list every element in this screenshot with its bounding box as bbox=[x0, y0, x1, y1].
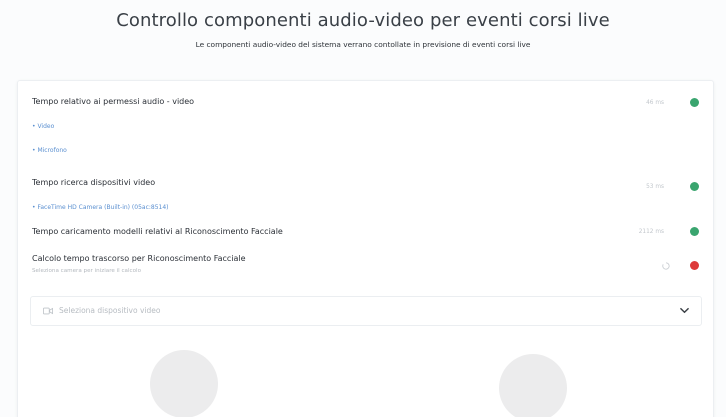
check-time: 2112 ms bbox=[638, 229, 664, 235]
status-ok-icon bbox=[690, 98, 699, 107]
video-device-select-placeholder: Seleziona dispositivo video bbox=[59, 306, 161, 315]
chevron-down-icon[interactable] bbox=[680, 307, 689, 314]
face-detection-preview-placeholder bbox=[499, 354, 567, 417]
loading-spinner-icon bbox=[662, 262, 670, 270]
status-ok-icon bbox=[690, 227, 699, 236]
video-camera-icon bbox=[43, 307, 53, 315]
page-title: Controllo componenti audio-video per eve… bbox=[116, 10, 610, 31]
camera-preview-placeholder bbox=[150, 350, 218, 417]
page-subtitle: Le componenti audio-video del sistema ve… bbox=[195, 40, 531, 49]
page: Controllo componenti audio-video per eve… bbox=[0, 0, 726, 417]
checks-card: Tempo relativo ai permessi audio - video… bbox=[17, 80, 714, 417]
check-description: Seleziona camera per iniziare il calcolo bbox=[32, 268, 142, 274]
check-item-video: • Video bbox=[32, 123, 55, 130]
check-title: Tempo relativo ai permessi audio - video bbox=[32, 97, 195, 106]
status-error-icon bbox=[690, 261, 699, 270]
check-time: 46 ms bbox=[646, 100, 664, 106]
check-item-camera: • FaceTime HD Camera (Built-in) (05ac:85… bbox=[32, 204, 169, 211]
check-title: Tempo caricamento modelli relativi al Ri… bbox=[32, 227, 283, 236]
check-title: Tempo ricerca dispositivi video bbox=[32, 178, 156, 187]
status-ok-icon bbox=[690, 182, 699, 191]
check-title: Calcolo tempo trascorso per Riconoscimen… bbox=[32, 254, 246, 263]
check-item-microphone: • Microfono bbox=[32, 147, 67, 154]
video-device-select[interactable]: Seleziona dispositivo video bbox=[30, 296, 702, 326]
check-time: 53 ms bbox=[646, 184, 664, 190]
